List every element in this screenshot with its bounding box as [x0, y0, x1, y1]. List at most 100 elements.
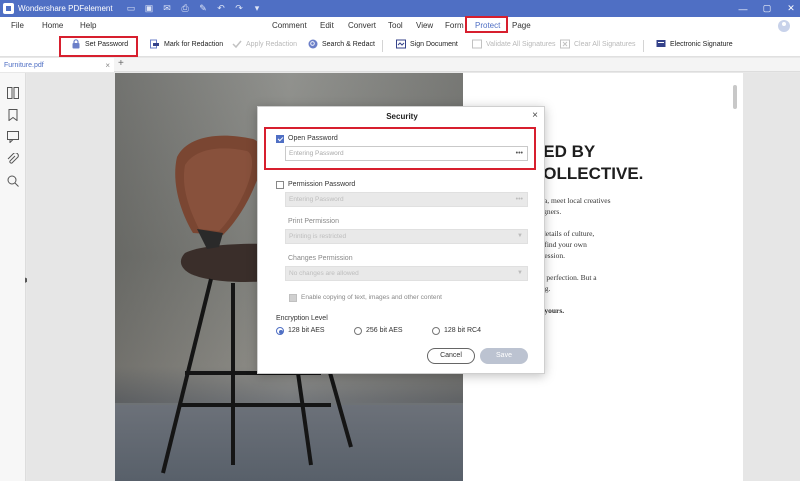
body-line: navia, meet local creatives: [531, 196, 611, 205]
body-line: living.: [531, 283, 751, 294]
chevron-down-icon: ▼: [517, 233, 523, 239]
changes-permission-label: Changes Permission: [288, 255, 353, 262]
document-tab-strip: Furniture.pdf × +: [0, 58, 800, 72]
search-icon[interactable]: [7, 175, 19, 187]
menu-form[interactable]: Form: [445, 21, 464, 30]
encryption-128-aes-radio[interactable]: [276, 327, 284, 335]
maximize-icon[interactable]: ▢: [762, 3, 772, 14]
validate-signatures-button[interactable]: Validate All Signatures: [472, 39, 556, 49]
email-icon[interactable]: ✉: [163, 4, 172, 13]
encryption-128-aes-label: 128 bit AES: [288, 327, 325, 334]
print-permission-label: Print Permission: [288, 218, 339, 225]
print-permission-select[interactable]: Printing is restricted ▼: [285, 229, 528, 244]
minimize-icon[interactable]: —: [738, 4, 748, 14]
apply-redaction-label: Apply Redaction: [246, 40, 297, 48]
body-closing-line: e to yours.: [531, 306, 565, 315]
app-logo-icon: [3, 3, 14, 14]
add-tab-icon[interactable]: +: [118, 58, 124, 69]
close-icon[interactable]: ✕: [786, 3, 796, 14]
validate-signatures-icon: [472, 39, 482, 49]
search-redact-label: Search & Redact: [322, 40, 375, 48]
thumbnails-icon[interactable]: [7, 87, 19, 99]
dialog-title: Security: [386, 112, 418, 121]
changes-permission-select[interactable]: No changes are allowed ▼: [285, 266, 528, 281]
user-avatar[interactable]: [778, 20, 790, 32]
comment-icon[interactable]: [7, 131, 19, 143]
body-line: designers.: [531, 207, 562, 216]
clear-signatures-label: Clear All Signatures: [574, 40, 636, 48]
sign-document-label: Sign Document: [410, 40, 458, 48]
check-icon: [232, 40, 242, 49]
close-tab-icon[interactable]: ×: [105, 61, 110, 70]
undo-icon[interactable]: ↶: [217, 4, 226, 13]
document-tab[interactable]: Furniture.pdf ×: [0, 58, 114, 72]
permission-password-label: Permission Password: [288, 181, 356, 188]
body-line: expression.: [531, 251, 565, 260]
menu-convert[interactable]: Convert: [348, 21, 376, 30]
body-line: [531, 294, 751, 305]
encryption-128-rc4-label: 128 bit RC4: [444, 327, 481, 334]
menu-home[interactable]: Home: [42, 21, 63, 30]
permission-password-placeholder: Entering Password: [289, 196, 344, 203]
dialog-close-icon[interactable]: ×: [532, 110, 538, 121]
menu-bar: File Home Help Comment Edit Convert Tool…: [0, 17, 800, 35]
save-icon[interactable]: ▣: [145, 4, 154, 13]
left-sidebar: [0, 73, 26, 481]
save-button[interactable]: Save: [480, 348, 528, 364]
folder-icon[interactable]: ▭: [127, 4, 136, 13]
mark-redaction-label: Mark for Redaction: [164, 40, 224, 48]
document-tab-label: Furniture.pdf: [4, 61, 44, 69]
cancel-button[interactable]: Cancel: [427, 348, 475, 364]
redo-icon[interactable]: ↷: [235, 4, 244, 13]
enable-copying-label: Enable copying of text, images and other…: [301, 294, 442, 301]
open-password-highlight-box: [264, 127, 536, 170]
clear-signatures-icon: [560, 39, 570, 49]
sign-document-icon: [396, 39, 406, 49]
search-redact-button[interactable]: Search & Redact: [308, 39, 375, 49]
app-title: Wondershare PDFelement: [18, 4, 113, 13]
menu-file[interactable]: File: [11, 21, 24, 30]
show-permission-password-icon[interactable]: •••: [516, 193, 523, 206]
chevron-down-icon: ▼: [517, 270, 523, 276]
attachment-icon[interactable]: [7, 153, 19, 165]
body-line: lt on perfection. But a: [531, 273, 597, 282]
menu-help[interactable]: Help: [80, 21, 96, 30]
print-permission-value: Printing is restricted: [289, 233, 347, 240]
menu-tool[interactable]: Tool: [388, 21, 403, 30]
bookmark-icon[interactable]: [7, 109, 19, 121]
page-text-block: RED BY COLLECTIVE. navia, meet local cre…: [531, 141, 751, 316]
title-bar: Wondershare PDFelement ▭ ▣ ✉ ⎙ ✎ ↶ ↷ ▾ —…: [0, 0, 800, 17]
vertical-scrollbar[interactable]: [733, 85, 737, 109]
menu-view[interactable]: View: [416, 21, 433, 30]
toolbar-divider: [643, 40, 644, 52]
print-icon[interactable]: ⎙: [181, 4, 190, 13]
changes-permission-value: No changes are allowed: [289, 270, 359, 277]
mark-redaction-button[interactable]: Mark for Redaction: [150, 39, 223, 49]
dropdown-icon[interactable]: ▾: [253, 4, 262, 13]
encryption-128-rc4-radio[interactable]: [432, 327, 440, 335]
toolbar-divider: [382, 40, 383, 52]
sign-document-button[interactable]: Sign Document: [396, 39, 458, 49]
menu-comment[interactable]: Comment: [272, 21, 307, 30]
edit-icon[interactable]: ✎: [199, 4, 208, 13]
electronic-signature-icon: [656, 40, 666, 47]
body-line: n to find your own: [531, 240, 587, 249]
encryption-256-aes-label: 256 bit AES: [366, 327, 403, 334]
body-line: [531, 261, 751, 272]
mark-redaction-icon: [150, 39, 159, 49]
body-line: [531, 217, 751, 228]
apply-redaction-button[interactable]: Apply Redaction: [232, 39, 297, 49]
menu-page[interactable]: Page: [512, 21, 531, 30]
encryption-256-aes-radio[interactable]: [354, 327, 362, 335]
encryption-level-label: Encryption Level: [276, 315, 328, 322]
clear-signatures-button[interactable]: Clear All Signatures: [560, 39, 635, 49]
set-password-highlight-box: [59, 36, 138, 57]
menu-edit[interactable]: Edit: [320, 21, 334, 30]
permission-password-input[interactable]: Entering Password •••: [285, 192, 528, 207]
electronic-signature-button[interactable]: Electronic Signature: [656, 39, 733, 49]
permission-password-checkbox[interactable]: [276, 181, 284, 189]
enable-copying-checkbox[interactable]: [289, 294, 297, 302]
search-icon: [308, 39, 318, 49]
quick-access-toolbar: ▭ ▣ ✉ ⎙ ✎ ↶ ↷ ▾: [127, 4, 262, 13]
protect-highlight-box: [465, 16, 508, 33]
